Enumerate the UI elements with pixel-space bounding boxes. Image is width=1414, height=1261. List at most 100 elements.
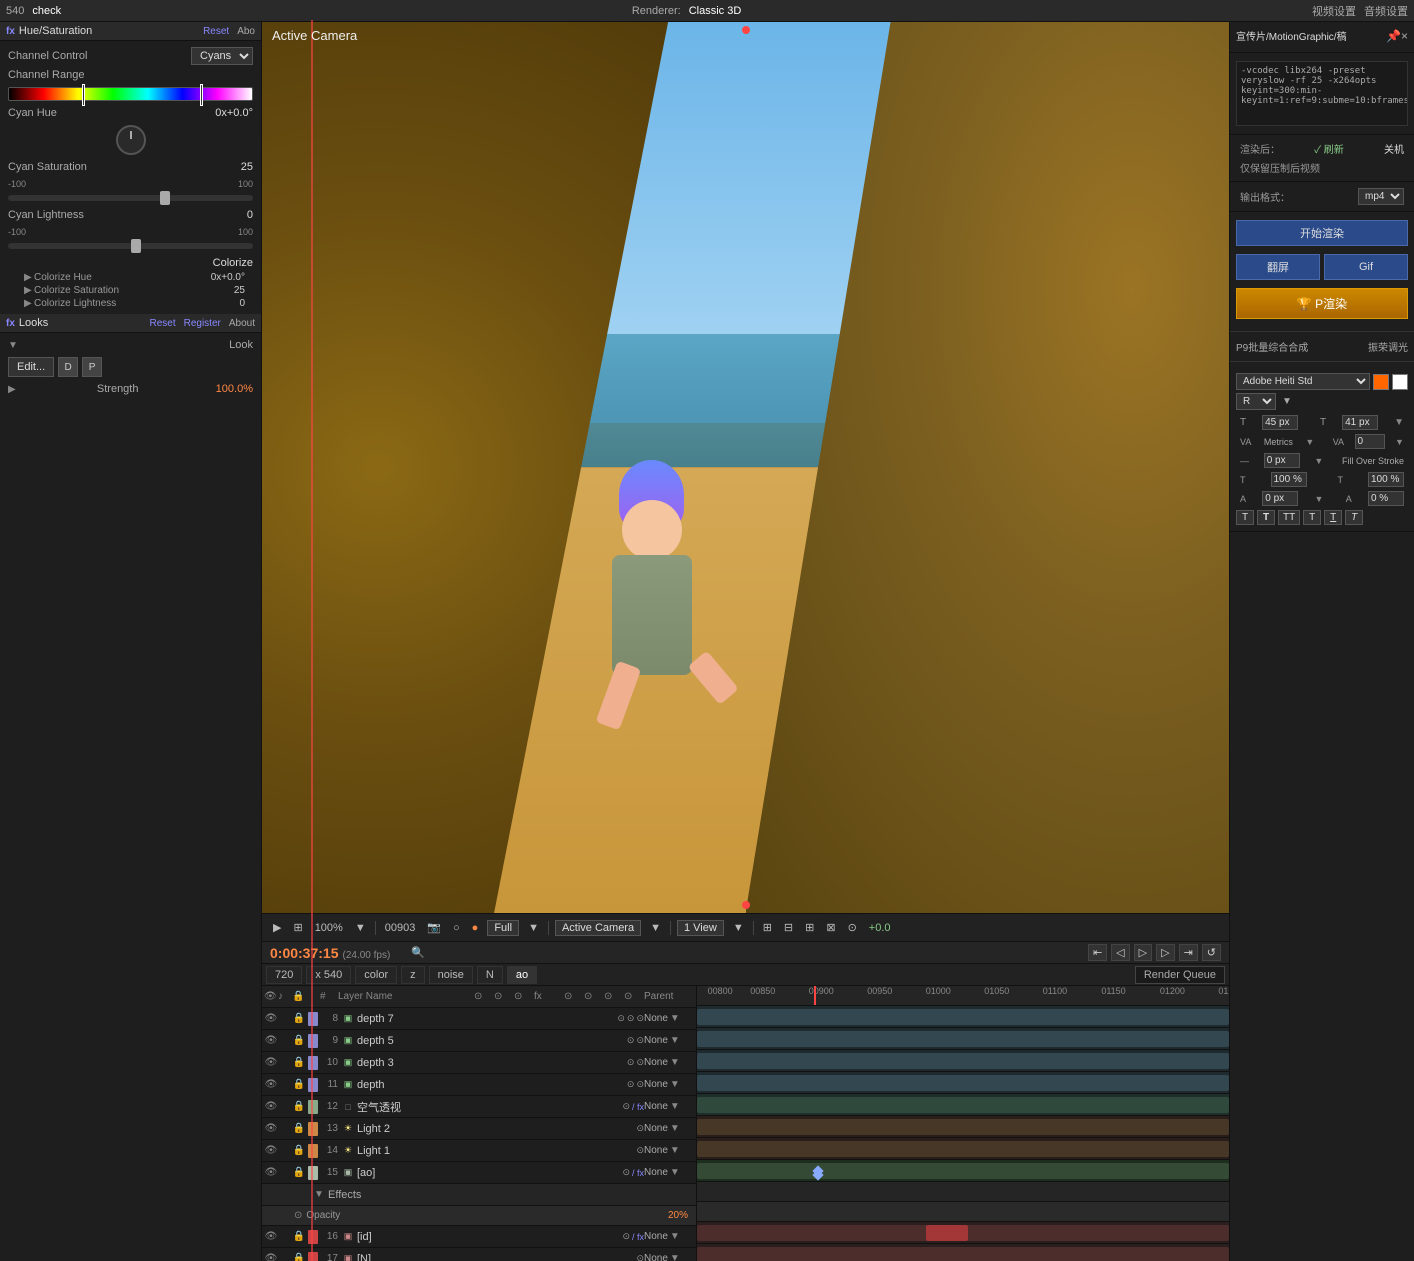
vc-mask-btn[interactable]: ⊠ bbox=[823, 921, 838, 934]
tl-step-back-btn[interactable]: ◁ bbox=[1111, 944, 1129, 961]
audio-settings-tab[interactable]: 音频设置 bbox=[1364, 3, 1408, 19]
a-pct-input[interactable] bbox=[1368, 491, 1404, 506]
ctrl2-10[interactable]: ⊙ bbox=[636, 1057, 644, 1068]
hue-sat-header[interactable]: fx Hue/Saturation Reset Abo bbox=[0, 22, 261, 41]
tl-play-btn[interactable]: ▷ bbox=[1134, 944, 1152, 961]
eye-9[interactable]: 👁 bbox=[264, 1034, 278, 1048]
stroke-dropdown[interactable]: ▼ bbox=[1314, 456, 1323, 466]
vc-render-btn[interactable]: ⊙ bbox=[845, 921, 860, 934]
settings-pin-btn[interactable]: 📌 bbox=[1386, 29, 1401, 43]
gradient-slider[interactable] bbox=[8, 87, 253, 101]
tab-720[interactable]: 720 bbox=[266, 966, 302, 984]
p-render-btn[interactable]: 🏆 P渲染 bbox=[1236, 288, 1408, 319]
looks-icon-d[interactable]: D bbox=[58, 357, 78, 377]
ctrl1-17[interactable]: ⊙ bbox=[636, 1253, 644, 1261]
eye-15[interactable]: 👁 bbox=[264, 1166, 278, 1180]
eye-14[interactable]: 👁 bbox=[264, 1144, 278, 1158]
cyan-light-slider[interactable] bbox=[8, 243, 253, 249]
cyan-hue-value[interactable]: 0x+0.0° bbox=[215, 107, 253, 119]
ctrl3-8[interactable]: ⊙ bbox=[636, 1013, 644, 1024]
lock-8[interactable]: 🔒 bbox=[292, 1012, 306, 1026]
ctrl1-13[interactable]: ⊙ bbox=[636, 1123, 644, 1134]
batch-title[interactable]: P9批量综合合成 bbox=[1236, 339, 1308, 354]
text-btn-T2[interactable]: T bbox=[1257, 510, 1275, 525]
eye-12[interactable]: 👁 bbox=[264, 1100, 278, 1114]
lock-13[interactable]: 🔒 bbox=[292, 1122, 306, 1136]
vc-proxy-btn[interactable]: ⊞ bbox=[802, 921, 817, 934]
tab-z[interactable]: z bbox=[401, 966, 425, 984]
t-pct-input2[interactable] bbox=[1368, 472, 1404, 487]
cyan-light-thumb[interactable] bbox=[131, 239, 141, 253]
abo-btn[interactable]: Abo bbox=[237, 26, 255, 37]
dropdown-icon1[interactable]: ▼ bbox=[1282, 396, 1292, 407]
font-size-input[interactable] bbox=[1262, 415, 1298, 430]
opacity-value[interactable]: 20% bbox=[668, 1210, 688, 1221]
cyan-hue-dial[interactable] bbox=[116, 125, 146, 155]
looks-icon-p[interactable]: P bbox=[82, 357, 102, 377]
audio-8[interactable] bbox=[278, 1012, 292, 1026]
vc-cam-dropdown[interactable]: ▼ bbox=[647, 922, 664, 934]
render-queue-btn[interactable]: Render Queue bbox=[1135, 966, 1225, 984]
lock-11[interactable]: 🔒 bbox=[292, 1078, 306, 1092]
output-format-select[interactable]: mp4 bbox=[1358, 188, 1404, 205]
lock-14[interactable]: 🔒 bbox=[292, 1144, 306, 1158]
ctrl1-12[interactable]: ⊙ bbox=[622, 1101, 630, 1112]
edit-button[interactable]: Edit... bbox=[8, 357, 54, 377]
text-btn-T1[interactable]: T bbox=[1236, 510, 1254, 525]
text-btn-T4[interactable]: T bbox=[1324, 510, 1342, 525]
vc-grid-btn[interactable]: ⊞ bbox=[760, 921, 775, 934]
vc-circle-icon[interactable]: ○ bbox=[450, 922, 463, 934]
vc-safe-btn[interactable]: ⊟ bbox=[781, 921, 796, 934]
va-input[interactable] bbox=[1355, 434, 1385, 449]
screenshot-btn[interactable]: 翻屏 bbox=[1236, 254, 1320, 280]
lock-10[interactable]: 🔒 bbox=[292, 1056, 306, 1070]
about-btn[interactable]: About bbox=[229, 318, 255, 329]
effects-expand[interactable]: ▼ bbox=[314, 1189, 328, 1200]
tl-out-btn[interactable]: ⇥ bbox=[1179, 944, 1198, 961]
audio-16[interactable] bbox=[278, 1230, 292, 1244]
eye-10[interactable]: 👁 bbox=[264, 1056, 278, 1070]
view-mode[interactable]: Full bbox=[487, 920, 519, 936]
looks-header[interactable]: fx Looks Reset Register About bbox=[0, 314, 261, 333]
vc-rgb-icon[interactable]: ● bbox=[469, 922, 482, 934]
adjust-title[interactable]: 振荣调光 bbox=[1368, 339, 1408, 354]
text-btn-T5[interactable]: T bbox=[1345, 510, 1363, 525]
eye-13[interactable]: 👁 bbox=[264, 1122, 278, 1136]
ctrl2-8[interactable]: ⊙ bbox=[627, 1013, 635, 1024]
tab-540[interactable]: x 540 bbox=[306, 966, 351, 984]
video-settings-tab[interactable]: 视频设置 bbox=[1312, 3, 1356, 19]
vc-view-dropdown[interactable]: ▼ bbox=[525, 922, 542, 934]
ctrl1-9[interactable]: ⊙ bbox=[627, 1035, 635, 1046]
vc-camera-icon[interactable]: 📷 bbox=[424, 921, 444, 934]
ctrl1-15[interactable]: ⊙ bbox=[622, 1167, 630, 1178]
reset-btn2[interactable]: Reset bbox=[149, 318, 175, 329]
colorize-hue-value[interactable]: 0x+0.0° bbox=[211, 272, 245, 283]
tab-color[interactable]: color bbox=[355, 966, 397, 984]
a-px-input[interactable] bbox=[1262, 491, 1298, 506]
audio-14[interactable] bbox=[278, 1144, 292, 1158]
dropdown-icon2[interactable]: ▼ bbox=[1394, 417, 1404, 428]
strength-expand[interactable]: ▶ bbox=[8, 384, 16, 395]
ctrl1-10[interactable]: ⊙ bbox=[627, 1057, 635, 1068]
active-camera-btn[interactable]: Active Camera bbox=[555, 920, 641, 936]
tab-N[interactable]: N bbox=[477, 966, 503, 984]
frame-indicator[interactable]: 540 bbox=[6, 5, 24, 17]
colorize-light-value[interactable]: 0 bbox=[239, 298, 245, 309]
gif-btn[interactable]: Gif bbox=[1324, 254, 1408, 280]
audio-13[interactable] bbox=[278, 1122, 292, 1136]
eye-11[interactable]: 👁 bbox=[264, 1078, 278, 1092]
vc-zoom[interactable]: 100% bbox=[312, 922, 346, 934]
tl-in-btn[interactable]: ⇤ bbox=[1088, 944, 1107, 961]
metrics-dropdown[interactable]: ▼ bbox=[1305, 437, 1314, 447]
audio-12[interactable] bbox=[278, 1100, 292, 1114]
audio-9[interactable] bbox=[278, 1034, 292, 1048]
comp-name[interactable]: check bbox=[32, 5, 61, 17]
eye-8[interactable]: 👁 bbox=[264, 1012, 278, 1026]
vc-play-icon[interactable]: ▶ bbox=[270, 921, 284, 934]
tab-ao[interactable]: ao bbox=[507, 966, 537, 984]
audio-11[interactable] bbox=[278, 1078, 292, 1092]
start-render-btn[interactable]: 开始渲染 bbox=[1236, 220, 1408, 246]
font-style-select[interactable]: R bbox=[1236, 393, 1276, 410]
text-btn-T3[interactable]: T bbox=[1303, 510, 1321, 525]
code-box[interactable]: -vcodec libx264 -preset veryslow -rf 25 … bbox=[1236, 61, 1408, 126]
